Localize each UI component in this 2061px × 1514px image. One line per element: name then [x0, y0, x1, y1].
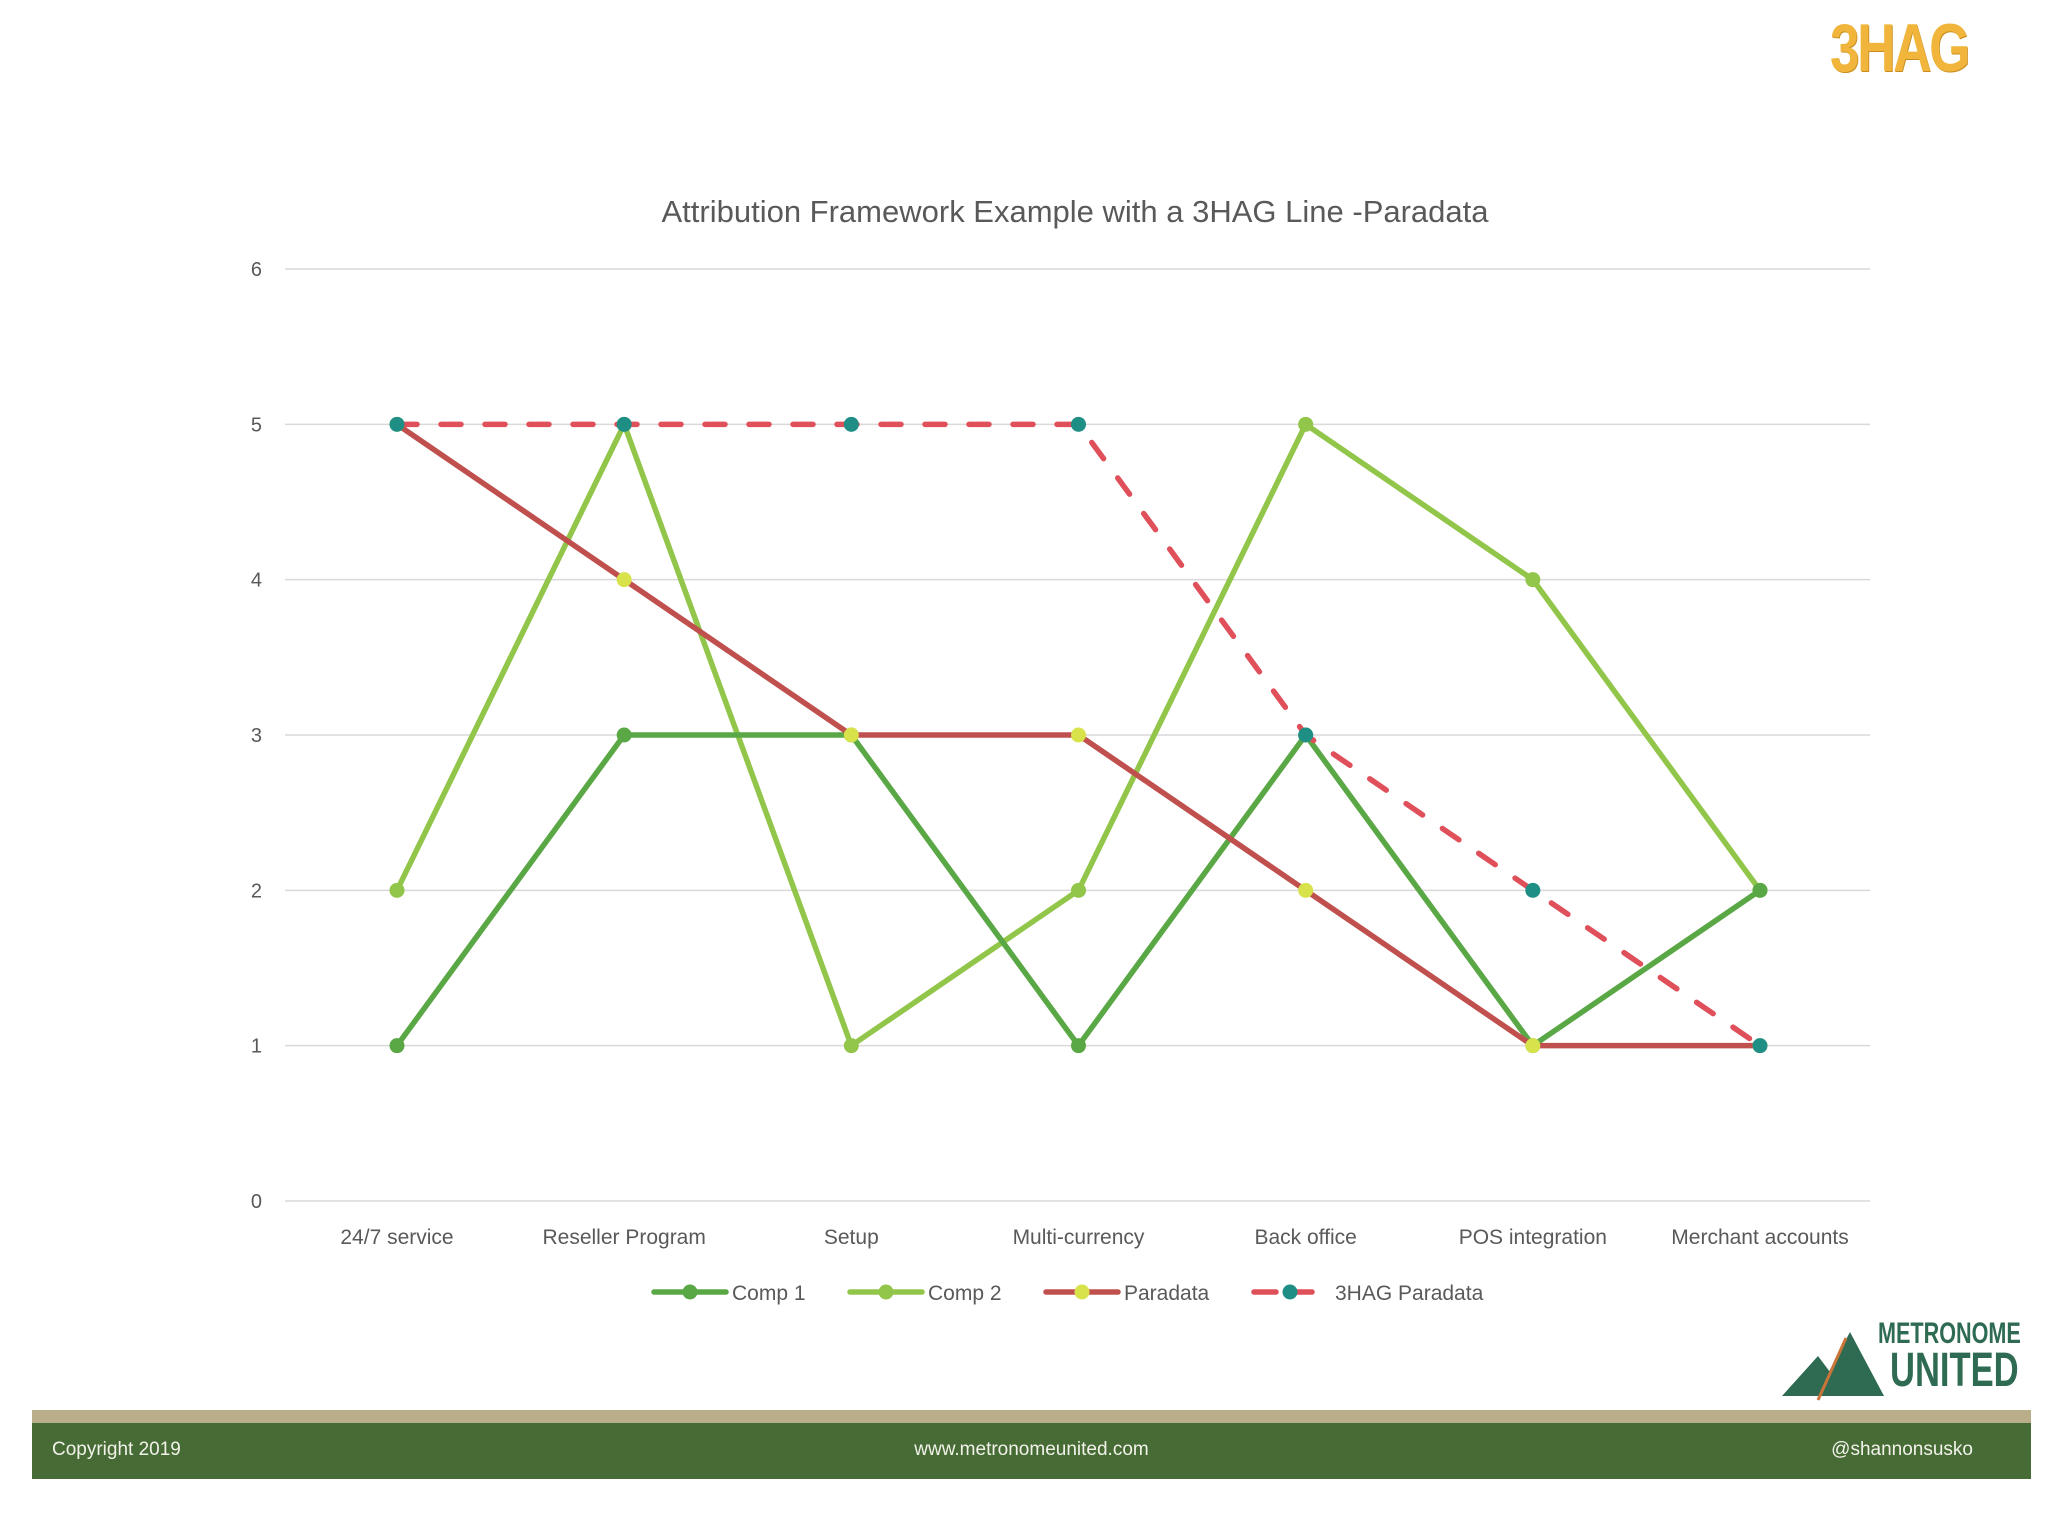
footer-handle: @shannonsusko: [1831, 1439, 1973, 1460]
metronome-united-logo: METRONOME UNITED: [1778, 1318, 2038, 1408]
y-tick-label: 6: [251, 259, 262, 281]
y-tick-label: 0: [251, 1191, 262, 1213]
data-point-comp-1: [1071, 1038, 1086, 1054]
legend-marker-paradata: [1074, 1284, 1090, 1300]
footer-bar: Copyright 2019 www.metronomeunited.com @…: [32, 1423, 2031, 1479]
line-chart: Attribution Framework Example with a 3HA…: [251, 194, 1870, 1305]
data-point-comp-2: [843, 1038, 859, 1054]
footer-accent-strip: [32, 1410, 2031, 1423]
footer-website: www.metronomeunited.com: [914, 1439, 1149, 1460]
legend: Comp 1 Comp 2 Paradata 3HAG Paradata: [651, 1282, 1484, 1305]
data-point-paradata: [1298, 882, 1314, 898]
x-tick-label: POS integration: [1459, 1226, 1607, 1249]
metronome-logo-line2: UNITED: [1890, 1344, 2019, 1397]
data-point-3hag-paradata: [1071, 416, 1086, 432]
legend-item-comp-1: Comp 1: [651, 1282, 806, 1305]
data-point-3hag-paradata: [389, 416, 405, 432]
data-point-comp-1: [389, 1038, 405, 1054]
x-tick-label: Setup: [824, 1226, 879, 1249]
y-tick-label: 5: [251, 414, 262, 436]
legend-marker-3hag-paradata: [1282, 1284, 1298, 1300]
y-tick-label: 1: [251, 1036, 262, 1058]
data-point-comp-1: [1752, 882, 1768, 898]
y-axis-ticks: 0 1 2 3 4 5 6: [251, 259, 262, 1213]
legend-item-comp-2: Comp 2: [847, 1282, 1002, 1305]
legend-label-paradata: Paradata: [1124, 1282, 1210, 1305]
chart-title: Attribution Framework Example with a 3HA…: [661, 194, 1489, 229]
data-point-3hag-paradata: [1298, 727, 1314, 743]
data-point-comp-1: [616, 727, 632, 743]
y-tick-label: 2: [251, 880, 262, 902]
x-tick-label: Multi-currency: [1013, 1226, 1145, 1249]
mountain-metronome-icon: [1782, 1332, 1884, 1401]
x-tick-label: Reseller Program: [542, 1226, 705, 1249]
data-point-3hag-paradata: [1752, 1038, 1768, 1054]
x-tick-label: Back office: [1254, 1226, 1356, 1249]
legend-item-paradata: Paradata: [1043, 1282, 1210, 1305]
data-point-comp-2: [389, 882, 405, 898]
data-point-comp-2: [1298, 416, 1314, 432]
x-tick-label: 24/7 service: [340, 1226, 453, 1249]
x-tick-label: Merchant accounts: [1671, 1226, 1848, 1249]
data-point-paradata: [1071, 727, 1086, 743]
data-point-paradata: [616, 572, 632, 588]
data-point-comp-2: [1525, 572, 1541, 588]
legend-label-comp-1: Comp 1: [732, 1282, 806, 1305]
data-point-3hag-paradata: [616, 416, 632, 432]
data-point-3hag-paradata: [1525, 882, 1541, 898]
data-point-3hag-paradata: [843, 416, 859, 432]
x-axis-ticks: 24/7 service Reseller Program Setup Multi-c…: [340, 1226, 1848, 1249]
legend-item-3hag-paradata: 3HAG Paradata: [1251, 1282, 1484, 1305]
legend-marker-comp-1: [682, 1284, 698, 1300]
legend-label-comp-2: Comp 2: [928, 1282, 1002, 1305]
y-tick-label: 4: [251, 570, 262, 592]
data-point-paradata: [1525, 1038, 1541, 1054]
data-point-comp-2: [1071, 882, 1086, 898]
legend-marker-comp-2: [878, 1284, 894, 1300]
legend-label-3hag-paradata: 3HAG Paradata: [1335, 1282, 1484, 1305]
data-point-paradata: [843, 727, 859, 743]
y-tick-label: 3: [251, 725, 262, 747]
